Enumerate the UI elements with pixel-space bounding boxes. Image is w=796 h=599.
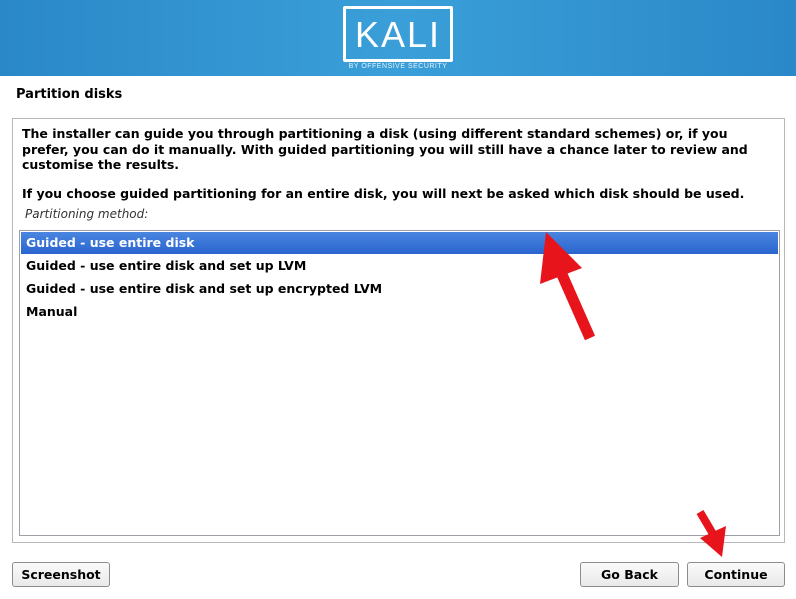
logo-text: KALI bbox=[354, 14, 442, 55]
option-guided-encrypted-lvm[interactable]: Guided - use entire disk and set up encr… bbox=[21, 278, 778, 300]
kali-banner: KALI BY OFFENSIVE SECURITY bbox=[0, 0, 796, 76]
content-panel: The installer can guide you through part… bbox=[12, 118, 785, 543]
partitioning-method-label: Partitioning method: bbox=[25, 207, 149, 221]
kali-logo: KALI bbox=[343, 6, 453, 62]
option-manual[interactable]: Manual bbox=[21, 301, 778, 323]
option-label: Guided - use entire disk and set up LVM bbox=[26, 258, 307, 273]
continue-button[interactable]: Continue bbox=[687, 562, 785, 587]
description-text: The installer can guide you through part… bbox=[22, 126, 748, 172]
screenshot-button[interactable]: Screenshot bbox=[12, 562, 110, 587]
option-label: Guided - use entire disk bbox=[26, 235, 195, 250]
option-label: Guided - use entire disk and set up encr… bbox=[26, 281, 383, 296]
page-title: Partition disks bbox=[16, 87, 123, 102]
option-guided-entire-disk[interactable]: Guided - use entire disk bbox=[21, 232, 778, 254]
go-back-button[interactable]: Go Back bbox=[580, 562, 679, 587]
logo-subtitle: BY OFFENSIVE SECURITY bbox=[348, 63, 448, 70]
option-label: Manual bbox=[26, 304, 78, 319]
description-text-2: If you choose guided partitioning for an… bbox=[22, 186, 745, 201]
option-guided-lvm[interactable]: Guided - use entire disk and set up LVM bbox=[21, 255, 778, 277]
partitioning-method-list[interactable]: Guided - use entire disk Guided - use en… bbox=[19, 230, 780, 536]
